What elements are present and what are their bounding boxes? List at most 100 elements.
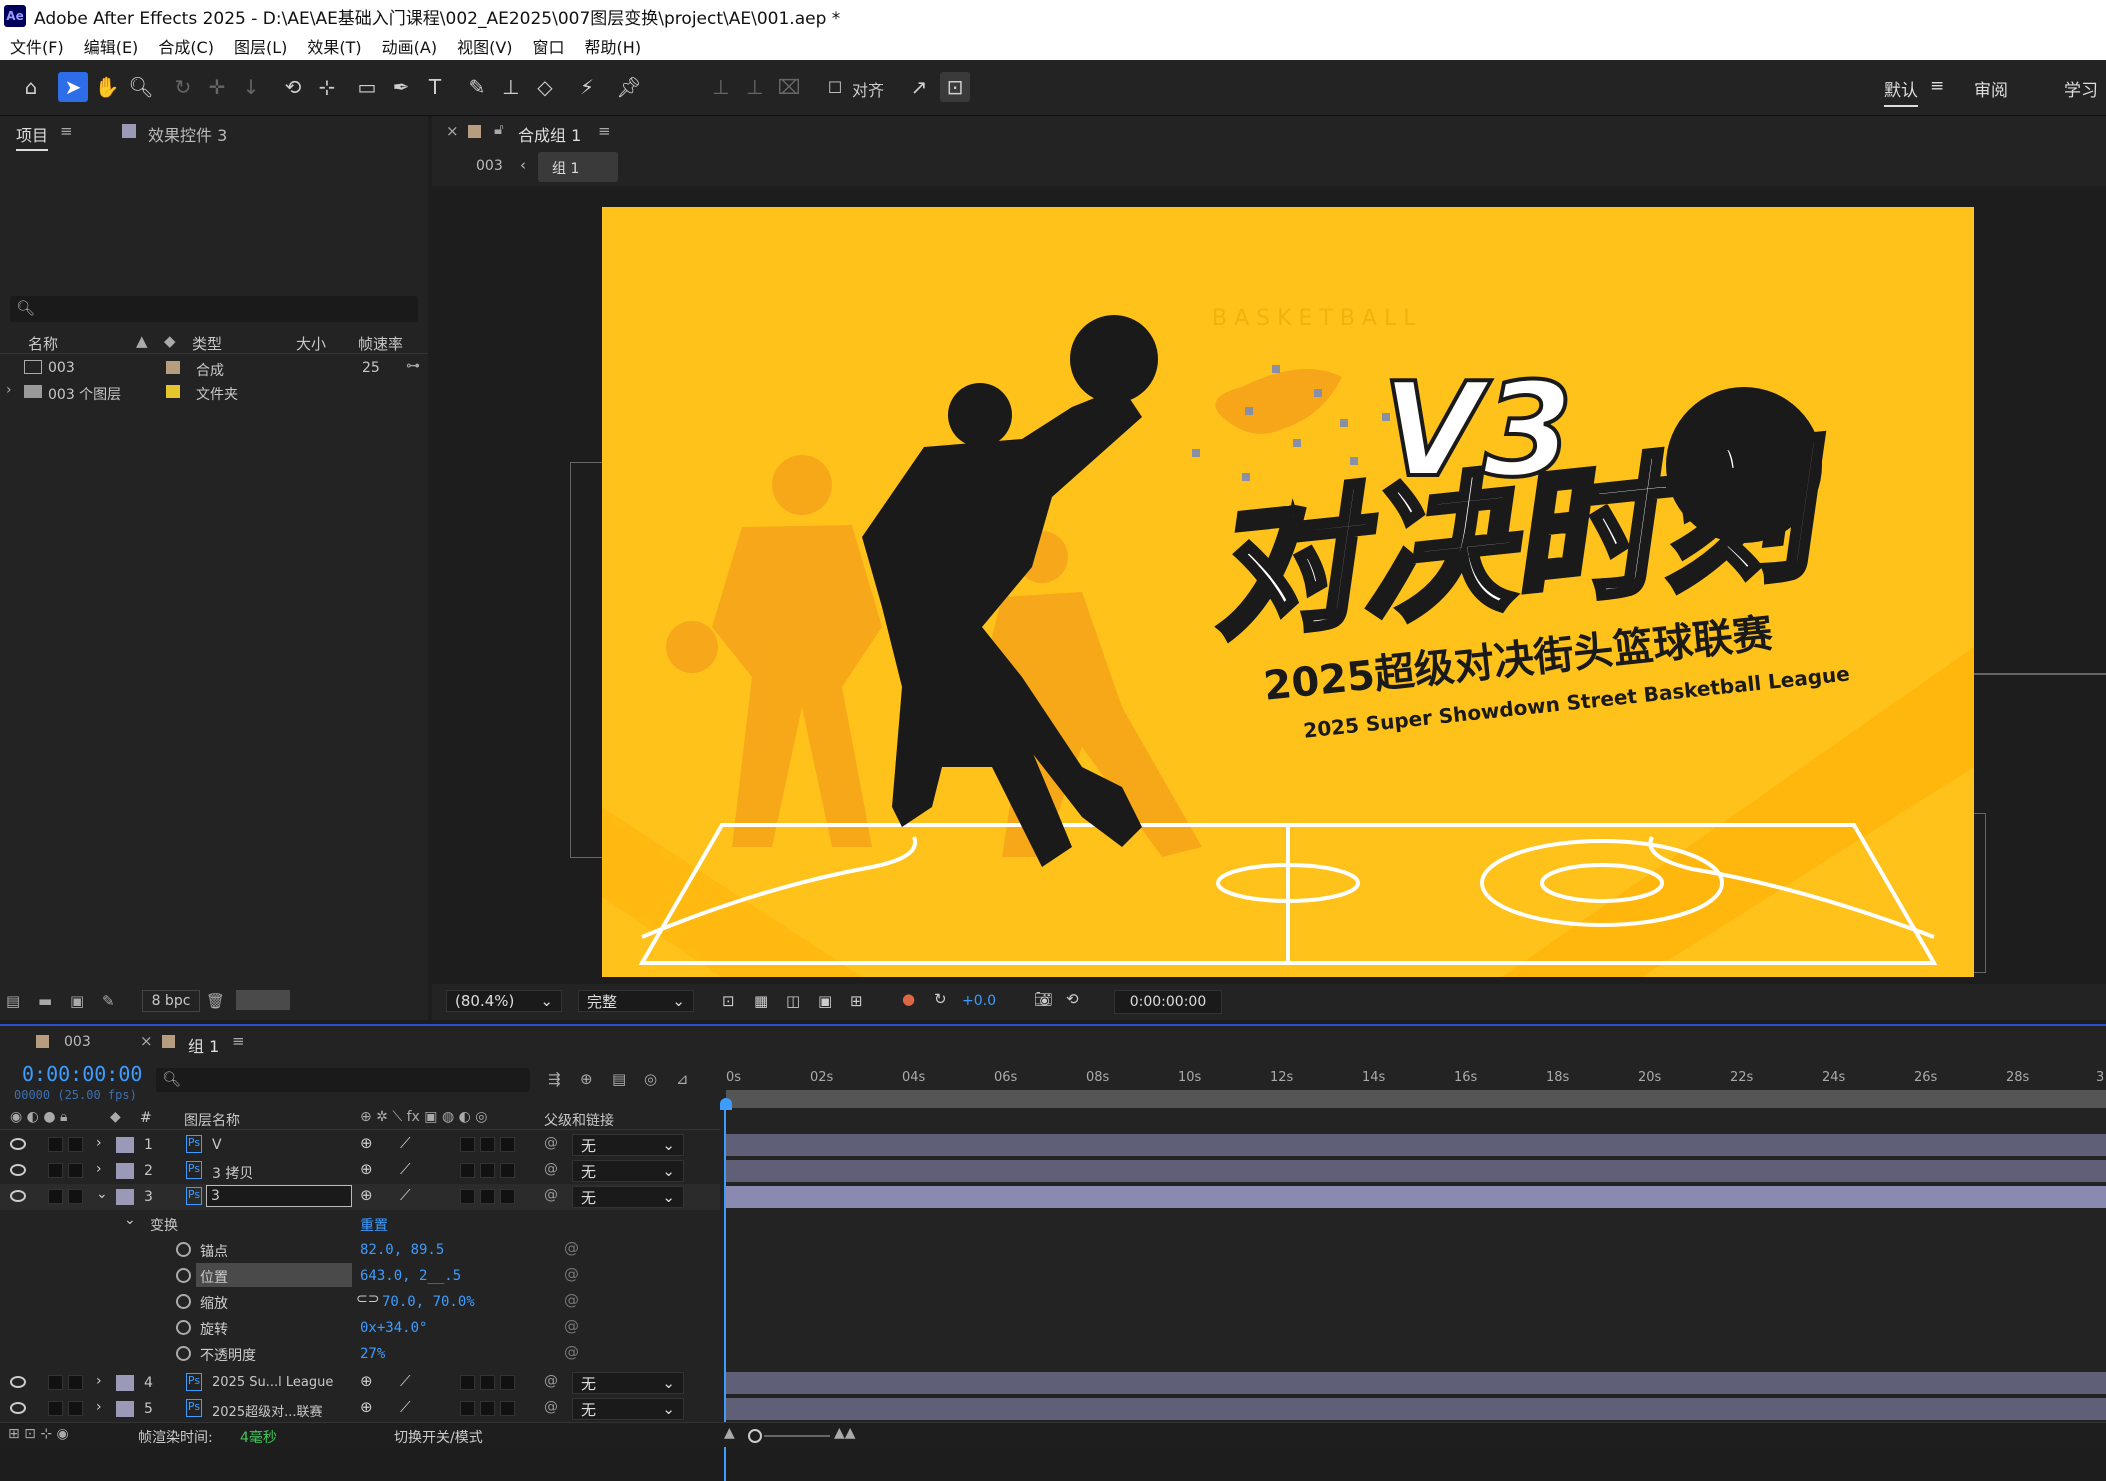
position-value[interactable]: 643.0, 2__.5 [360, 1268, 461, 1284]
adjust-icon[interactable]: ✎ [102, 992, 115, 1010]
new-folder-icon[interactable]: ▬ [38, 992, 52, 1010]
rotation-value[interactable]: 0x+34.0° [360, 1320, 427, 1336]
resolution-dropdown[interactable]: 完整 ⌄ [578, 990, 694, 1012]
project-search-field[interactable]: 🔍︎ [10, 296, 418, 322]
stopwatch-icon[interactable] [176, 1294, 191, 1309]
label-swatch[interactable] [116, 1137, 134, 1153]
reset-exposure-icon[interactable]: ↻ [934, 990, 947, 1008]
stopwatch-icon[interactable] [176, 1346, 191, 1361]
adjustment-switch[interactable] [480, 1189, 495, 1204]
layer-duration-bar[interactable] [726, 1372, 2106, 1394]
shy-switch-icon[interactable]: ⊕ [360, 1160, 373, 1178]
menu-layer[interactable]: 图层(L) [234, 34, 287, 58]
lock-switch[interactable] [68, 1375, 83, 1390]
project-item[interactable]: 003 合成 25 ⊶ [0, 356, 428, 380]
eye-icon[interactable] [10, 1402, 26, 1414]
panel-menu-icon[interactable]: ≡ [232, 1032, 245, 1050]
menu-view[interactable]: 视图(V) [457, 34, 512, 58]
label-swatch[interactable] [166, 385, 180, 398]
graph-editor-icon[interactable]: ⊿ [676, 1070, 689, 1088]
exposure-value[interactable]: +0.0 [962, 993, 996, 1009]
3d-switch[interactable] [500, 1375, 515, 1390]
motion-blur-switch[interactable] [460, 1189, 475, 1204]
menu-file[interactable]: 文件(F) [10, 34, 64, 58]
roto-brush-icon[interactable]: ⚡ [572, 72, 602, 102]
chevron-down-icon[interactable]: ⌄ [124, 1212, 136, 1228]
expression-pickwhip-icon[interactable]: @ [564, 1317, 579, 1335]
eye-icon[interactable] [10, 1138, 26, 1150]
adjustment-switch[interactable] [480, 1137, 495, 1152]
playhead-handle[interactable] [720, 1098, 732, 1110]
shy-switch-icon[interactable]: ⊕ [360, 1398, 373, 1416]
lock-switch[interactable] [68, 1137, 83, 1152]
layer-name[interactable]: 2025超级对...联赛 [212, 1401, 322, 1420]
close-icon[interactable]: × [140, 1032, 153, 1050]
shy-switch-icon[interactable]: ⊕ [360, 1372, 373, 1390]
scale-value[interactable]: 70.0, 70.0% [382, 1294, 475, 1310]
close-icon[interactable]: × [446, 122, 459, 140]
pick-whip-icon[interactable]: @ [544, 1161, 558, 1177]
layer-row[interactable]: › 5 Ps 2025超级对...联赛 ⊕ ⟋ @ 无 ⌄ [0, 1396, 720, 1422]
anchor-point-value[interactable]: 82.0, 89.5 [360, 1242, 444, 1258]
lock-switch[interactable] [68, 1401, 83, 1416]
bpc-button[interactable]: 8 bpc [142, 990, 200, 1012]
snap-option-icon[interactable]: ↗ [904, 72, 934, 102]
lock-switch[interactable] [68, 1163, 83, 1178]
menu-help[interactable]: 帮助(H) [585, 34, 642, 58]
quality-switch-icon[interactable]: ⟋ [400, 1160, 411, 1178]
rectangle-tool-icon[interactable]: ▭ [352, 72, 382, 102]
col-type[interactable]: 类型 [192, 333, 222, 354]
property-row[interactable]: 不透明度 27% @ [0, 1340, 720, 1366]
breadcrumb-active[interactable]: 组 1 [538, 152, 618, 182]
flowchart-icon[interactable]: ⊶ [406, 358, 420, 374]
new-composition-icon[interactable]: ▣ [70, 992, 84, 1010]
region-of-interest-icon[interactable]: ▣ [818, 992, 832, 1010]
property-row[interactable]: 位置 643.0, 2__.5 @ [0, 1262, 720, 1288]
layer-row[interactable]: › 1 Ps V ⊕ ⟋ @ 无 ⌄ [0, 1132, 720, 1158]
zoom-slider-track[interactable] [764, 1435, 830, 1437]
color-swatch[interactable] [236, 990, 290, 1010]
label-swatch[interactable] [116, 1189, 134, 1205]
eye-icon[interactable] [10, 1190, 26, 1202]
workspace-review[interactable]: 审阅 [1974, 76, 2008, 101]
motion-blur-switch[interactable] [460, 1375, 475, 1390]
pen-tool-icon[interactable]: ✒ [386, 72, 416, 102]
trash-icon[interactable]: 🗑︎ [206, 992, 225, 1010]
layer-row-selected[interactable]: ⌄ 3 Ps 3 ⊕ ⟋ @ 无 ⌄ [0, 1184, 720, 1210]
label-swatch[interactable] [116, 1163, 134, 1179]
workspace-menu-icon[interactable]: ≡ [1930, 76, 1944, 96]
interpret-footage-icon[interactable]: ▤ [6, 992, 20, 1010]
expression-pickwhip-icon[interactable]: @ [564, 1239, 579, 1257]
snapping-label[interactable]: 对齐 [852, 77, 884, 101]
current-time[interactable]: 0:00:00:00 [22, 1062, 142, 1086]
expression-pickwhip-icon[interactable]: @ [564, 1343, 579, 1361]
label-swatch[interactable] [116, 1401, 134, 1417]
expression-pickwhip-icon[interactable]: @ [564, 1291, 579, 1309]
workspace-default[interactable]: 默认 [1884, 76, 1918, 107]
snap-grid-icon[interactable]: ⊡ [940, 72, 970, 102]
timeline-search-field[interactable]: 🔍︎ [156, 1068, 530, 1092]
menu-animation[interactable]: 动画(A) [382, 34, 437, 58]
adjustment-switch[interactable] [480, 1375, 495, 1390]
tab-composition[interactable]: 合成组 1 [518, 122, 581, 146]
toggle-switches-modes[interactable]: 切换开关/模式 [394, 1427, 483, 1447]
parent-dropdown[interactable]: 无 ⌄ [572, 1160, 684, 1182]
tab-comp-003[interactable]: 003 [64, 1034, 91, 1050]
col-size[interactable]: 大小 [296, 333, 326, 354]
frame-blending-icon[interactable]: ◎ [644, 1070, 657, 1088]
layer-switches-icon[interactable]: ⊞ ⊡ ⊹ ◉ [8, 1426, 69, 1442]
3d-switch[interactable] [500, 1163, 515, 1178]
tab-effect-controls[interactable]: 效果控件 3 [148, 122, 227, 146]
color-channels-icon[interactable]: ● [902, 990, 915, 1008]
pick-whip-icon[interactable]: @ [544, 1399, 558, 1415]
menu-edit[interactable]: 编辑(E) [84, 34, 139, 58]
search-input[interactable] [40, 298, 410, 320]
quality-switch-icon[interactable]: ⟋ [400, 1372, 411, 1390]
lock-icon[interactable]: 🔓︎ [494, 120, 504, 138]
eye-icon[interactable] [10, 1376, 26, 1388]
panel-menu-icon[interactable]: ≡ [60, 122, 73, 140]
chevron-right-icon[interactable]: › [6, 382, 12, 398]
solo-switch[interactable] [48, 1163, 63, 1178]
3d-switch[interactable] [500, 1189, 515, 1204]
zoom-slider-handle[interactable] [748, 1429, 762, 1443]
